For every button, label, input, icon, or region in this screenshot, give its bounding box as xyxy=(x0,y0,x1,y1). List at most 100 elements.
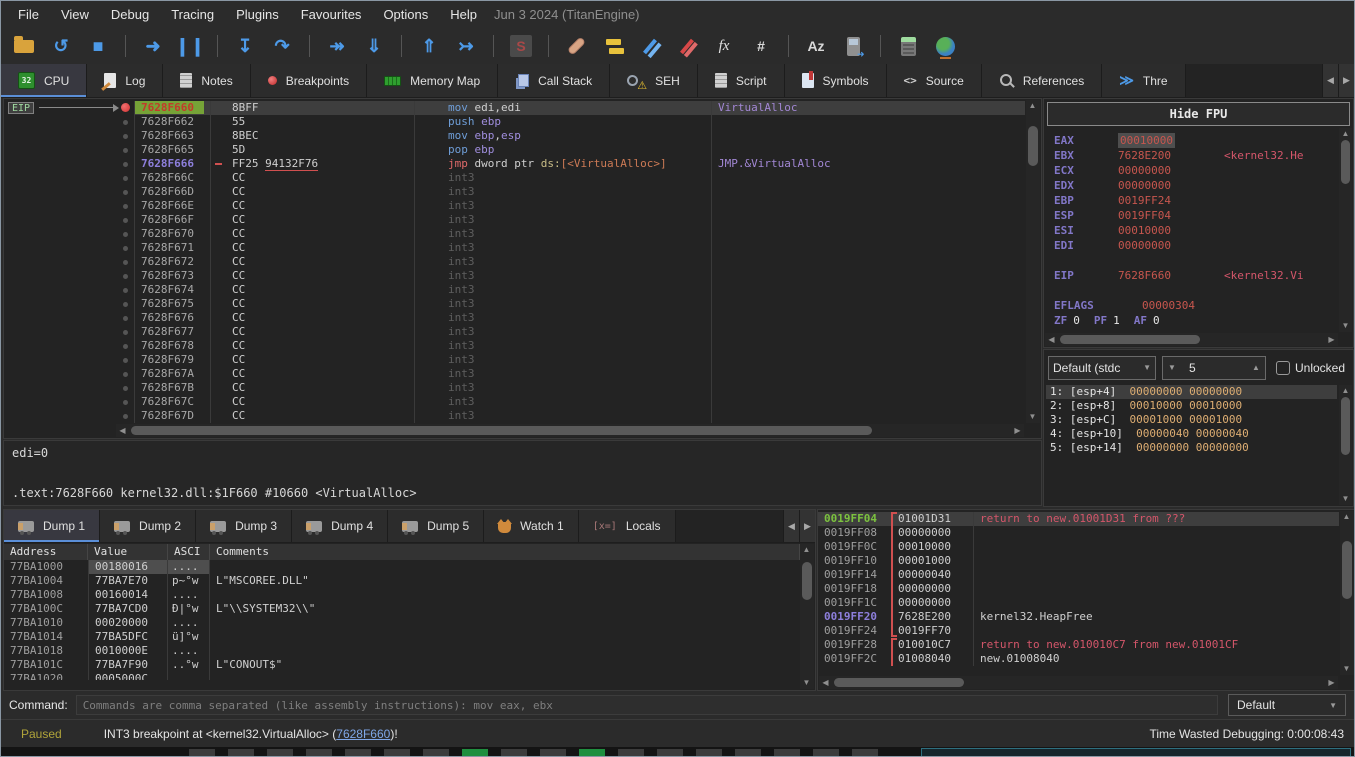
scrollbar-thumb[interactable] xyxy=(1028,126,1038,166)
menu-favourites[interactable]: Favourites xyxy=(290,3,373,26)
breakpoint-dot[interactable] xyxy=(121,103,130,112)
tabs-scroll-right-arrow[interactable]: ▶ xyxy=(799,510,815,542)
scroll-down-arrow[interactable]: ▼ xyxy=(1339,493,1352,505)
register-row[interactable]: EDI00000000 xyxy=(1054,238,1337,253)
step-into-icon[interactable]: ↧ xyxy=(232,33,258,59)
disasm-row[interactable]: 7628F671CCint3 xyxy=(4,241,1025,255)
instruction-dot[interactable] xyxy=(123,204,128,209)
register-row[interactable]: EDX00000000 xyxy=(1054,178,1337,193)
dump-tab-dump-5[interactable]: Dump 5 xyxy=(388,510,484,542)
spinner-decrement-arrow[interactable]: ▼ xyxy=(1163,363,1181,372)
stop-icon[interactable]: ■ xyxy=(85,33,111,59)
breakpoint-address-link[interactable]: 7628F660 xyxy=(336,727,390,741)
register-row[interactable]: ESI00010000 xyxy=(1054,223,1337,238)
disasm-row[interactable]: 7628F66ECCint3 xyxy=(4,199,1025,213)
dump-tab-dump-4[interactable]: Dump 4 xyxy=(292,510,388,542)
menu-options[interactable]: Options xyxy=(372,3,439,26)
tabs-scroll-left-arrow[interactable]: ◀ xyxy=(1322,64,1338,97)
step-out-icon[interactable]: ⇓ xyxy=(361,33,387,59)
instruction-dot[interactable] xyxy=(123,288,128,293)
dump-tab-dump-3[interactable]: Dump 3 xyxy=(196,510,292,542)
tab-cpu[interactable]: 32CPU xyxy=(1,64,87,97)
scroll-down-arrow[interactable]: ▼ xyxy=(1026,411,1039,423)
disasm-row[interactable]: EIP7628F6608BFFmov edi,ediVirtualAlloc xyxy=(4,101,1025,115)
dump-row[interactable]: 77BA100C77BA7CD0Ð|°wL"\\SYSTEM32\\" xyxy=(4,602,800,616)
argument-row[interactable]: 2: [esp+8] 00010000 00010000 xyxy=(1046,399,1337,413)
instruction-dot[interactable] xyxy=(123,190,128,195)
dump-row[interactable]: 77BA100800160014.... xyxy=(4,588,800,602)
scroll-down-arrow[interactable]: ▼ xyxy=(800,677,813,689)
restart-icon[interactable]: ↺ xyxy=(48,33,74,59)
tab-thre[interactable]: ≫Thre xyxy=(1102,64,1185,97)
stack-row[interactable]: 0019FF1C00000000 xyxy=(818,596,1339,610)
tabs-scroll-left-arrow[interactable]: ◀ xyxy=(783,510,799,542)
labels-icon[interactable]: # xyxy=(748,33,774,59)
disasm-row[interactable]: 7628F6638BECmov ebp,esp xyxy=(4,129,1025,143)
argument-row[interactable]: 3: [esp+C] 00001000 00001000 xyxy=(1046,413,1337,427)
instruction-dot[interactable] xyxy=(123,358,128,363)
flags-row[interactable]: ZF0PF1AF0 xyxy=(1054,313,1337,328)
scrollbar-thumb[interactable] xyxy=(1341,397,1350,455)
scroll-left-arrow[interactable]: ◀ xyxy=(1045,334,1058,346)
register-row[interactable]: EBX7628E200<kernel32.He xyxy=(1054,148,1337,163)
disasm-row[interactable]: 7628F67BCCint3 xyxy=(4,381,1025,395)
menu-plugins[interactable]: Plugins xyxy=(225,3,290,26)
tabs-scroll-right-arrow[interactable]: ▶ xyxy=(1338,64,1354,97)
disasm-row[interactable]: 7628F676CCint3 xyxy=(4,311,1025,325)
dump-tab-dump-2[interactable]: Dump 2 xyxy=(100,510,196,542)
tab-breakpoints[interactable]: Breakpoints xyxy=(251,64,367,97)
dump-panel[interactable]: Dump 1Dump 2Dump 3Dump 4Dump 5Watch 1[x=… xyxy=(3,509,816,691)
scroll-up-arrow[interactable]: ▲ xyxy=(1339,385,1352,397)
scroll-up-arrow[interactable]: ▲ xyxy=(1339,128,1352,140)
trace-icon[interactable] xyxy=(674,33,700,59)
argument-row[interactable]: 1: [esp+4] 00000000 00000000 xyxy=(1046,385,1337,399)
arguments-vertical-scrollbar[interactable]: ▲ ▼ xyxy=(1339,385,1352,505)
disasm-row[interactable]: 7628F66CCCint3 xyxy=(4,171,1025,185)
patches-icon[interactable] xyxy=(563,33,589,59)
instruction-dot[interactable] xyxy=(123,218,128,223)
help-globe-icon[interactable] xyxy=(932,33,958,59)
scroll-left-arrow[interactable]: ◀ xyxy=(116,425,129,437)
instruction-dot[interactable] xyxy=(123,372,128,377)
tab-notes[interactable]: Notes xyxy=(163,64,250,97)
highlight-mode-icon[interactable] xyxy=(637,33,663,59)
menu-debug[interactable]: Debug xyxy=(100,3,160,26)
disasm-row[interactable]: 7628F672CCint3 xyxy=(4,255,1025,269)
instruction-dot[interactable] xyxy=(123,386,128,391)
instruction-dot[interactable] xyxy=(123,344,128,349)
command-input[interactable] xyxy=(76,695,1218,715)
instruction-dot[interactable] xyxy=(123,316,128,321)
instruction-dot[interactable] xyxy=(123,120,128,125)
disasm-row[interactable]: 7628F67CCCint3 xyxy=(4,395,1025,409)
scrollbar-thumb[interactable] xyxy=(1341,140,1350,184)
disasm-row[interactable]: 7628F679CCint3 xyxy=(4,353,1025,367)
assembler-icon[interactable] xyxy=(840,33,866,59)
run-icon[interactable]: ➜ xyxy=(140,33,166,59)
scrollbar-thumb[interactable] xyxy=(802,562,812,600)
tab-memory-map[interactable]: Memory Map xyxy=(367,64,498,97)
scroll-right-arrow[interactable]: ▶ xyxy=(1011,425,1024,437)
argument-row[interactable]: 5: [esp+14] 00000000 00000000 xyxy=(1046,441,1337,455)
column-header-value[interactable]: Value xyxy=(88,544,168,560)
run-to-cursor-icon[interactable]: ↠ xyxy=(324,33,350,59)
source-s-icon[interactable]: S xyxy=(508,33,534,59)
dump-tab-watch-1[interactable]: Watch 1 xyxy=(484,510,579,542)
register-spacer[interactable] xyxy=(1054,253,1337,268)
dump-row[interactable]: 77BA101000020000.... xyxy=(4,616,800,630)
dump-row[interactable]: 77BA100477BA7E70p~°wL"MSCOREE.DLL" xyxy=(4,574,800,588)
register-row[interactable]: EAX00010000 xyxy=(1054,133,1337,148)
instruction-dot[interactable] xyxy=(123,414,128,419)
instruction-dot[interactable] xyxy=(123,302,128,307)
stack-horizontal-scrollbar[interactable]: ◀ ▶ xyxy=(819,676,1338,689)
column-header-ascii[interactable]: ASCI xyxy=(168,544,210,560)
dump-row[interactable]: 77BA101477BA5DFCü]°w xyxy=(4,630,800,644)
disasm-row[interactable]: 7628F670CCint3 xyxy=(4,227,1025,241)
stack-vertical-scrollbar[interactable]: ▲ ▼ xyxy=(1340,511,1354,675)
disasm-row[interactable]: 7628F66DCCint3 xyxy=(4,185,1025,199)
dump-tab-dump-1[interactable]: Dump 1 xyxy=(4,510,100,542)
tab-source[interactable]: <>Source xyxy=(887,64,982,97)
argument-row[interactable]: 4: [esp+10] 00000040 00000040 xyxy=(1046,427,1337,441)
disasm-vertical-scrollbar[interactable]: ▲ ▼ xyxy=(1026,100,1040,423)
dump-vertical-scrollbar[interactable]: ▲ ▼ xyxy=(800,544,814,689)
font-settings-icon[interactable]: Az xyxy=(803,33,829,59)
